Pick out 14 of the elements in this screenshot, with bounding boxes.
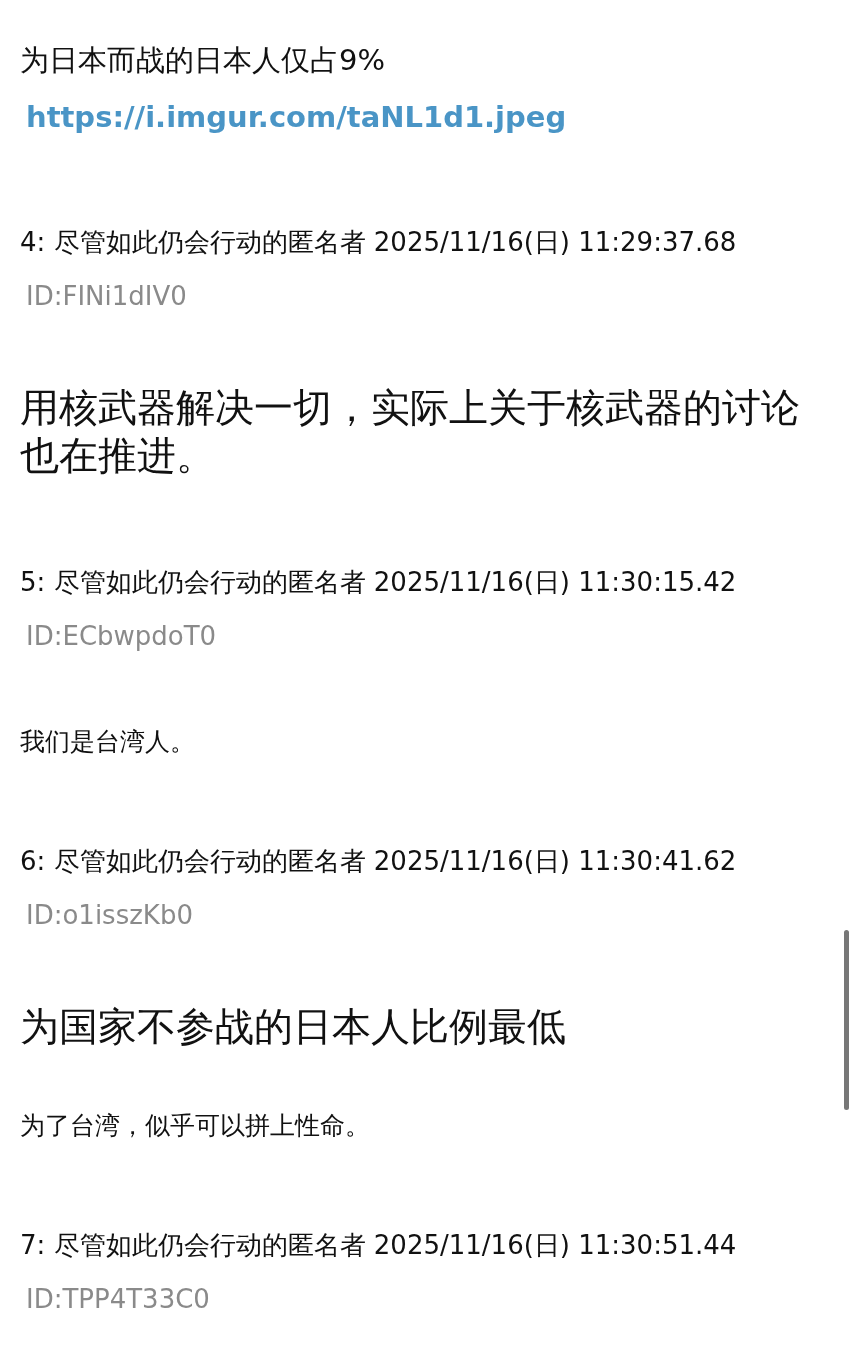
poster-id: ID:o1isszKb0 — [25, 898, 194, 932]
post-text: 为了台湾，似乎可以拼上性命。 — [20, 1109, 371, 1142]
post-text: 为日本而战的日本人仅占9% — [20, 42, 386, 79]
poster-id: ID:FINi1dIV0 — [25, 279, 188, 313]
poster-id: ID:TPP4T33C0 — [25, 1282, 211, 1316]
post-header: 4: 尽管如此仍会行动的匿名者 2025/11/16(日) 11:29:37.68 — [20, 225, 738, 259]
post-text: 为国家不参战的日本人比例最低 — [20, 1002, 567, 1051]
post-text: 用核武器解决一切，实际上关于核武器的讨论也在推进。 — [20, 383, 801, 480]
post-header: 5: 尽管如此仍会行动的匿名者 2025/11/16(日) 11:30:15.42 — [20, 565, 738, 599]
post-header: 6: 尽管如此仍会行动的匿名者 2025/11/16(日) 11:30:41.62 — [20, 844, 738, 878]
poster-id: ID:ECbwpdoT0 — [25, 619, 218, 653]
post-text: 我们是台湾人。 — [20, 725, 196, 758]
post-header: 7: 尽管如此仍会行动的匿名者 2025/11/16(日) 11:30:51.44 — [20, 1228, 738, 1262]
image-link[interactable]: https://i.imgur.com/taNL1d1.jpeg — [20, 96, 567, 140]
